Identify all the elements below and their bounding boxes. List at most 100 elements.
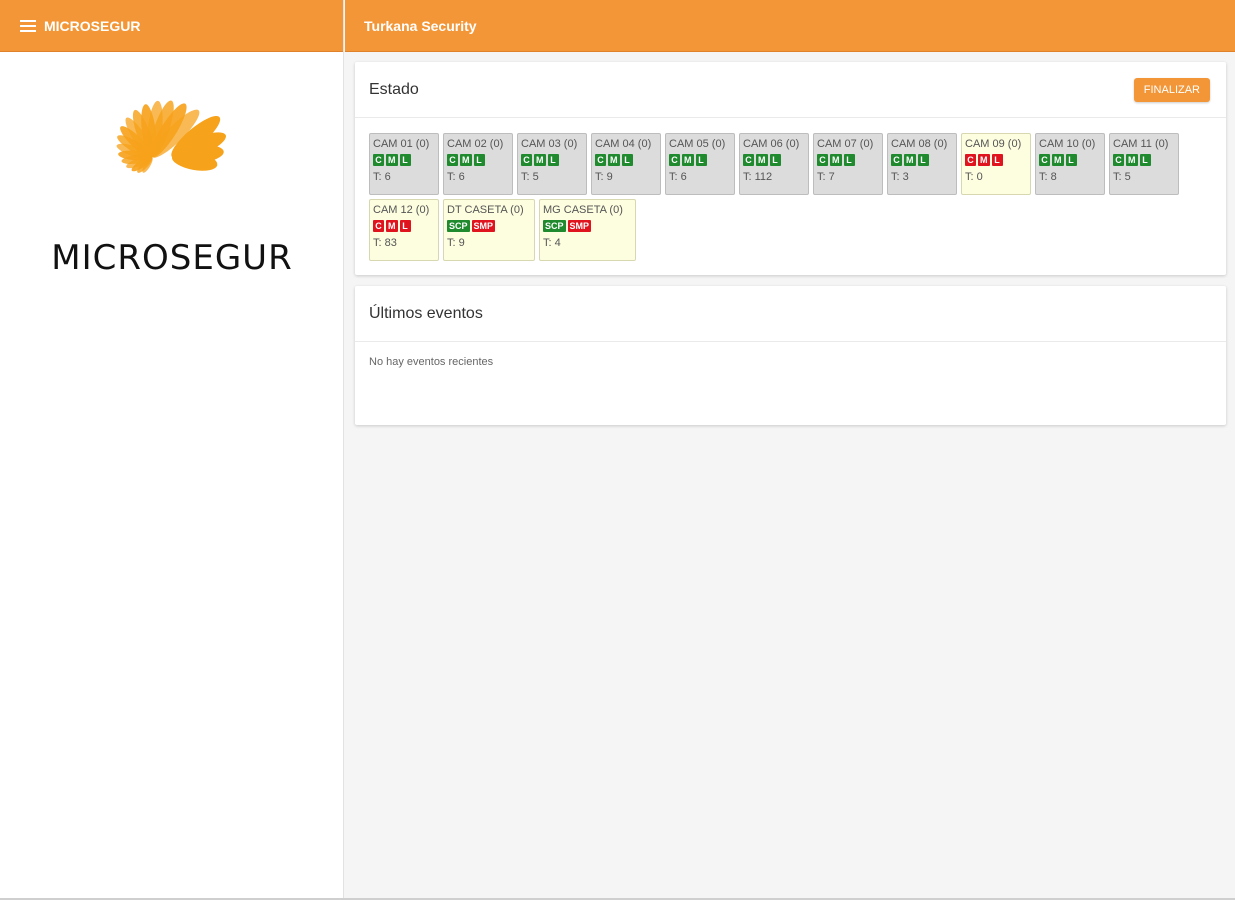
status-badge: C <box>595 154 606 166</box>
events-title: Últimos eventos <box>369 304 483 322</box>
finalize-button[interactable]: FINALIZAR <box>1133 77 1210 102</box>
device-name: CAM 04 (0) <box>595 138 652 150</box>
status-badge: M <box>830 154 842 166</box>
device-name: CAM 05 (0) <box>669 138 726 150</box>
status-badges: CML <box>595 154 657 166</box>
microsegur-logo: MICROSEGUR <box>0 95 344 278</box>
status-badge: SMP <box>471 220 496 232</box>
status-badge: C <box>1039 154 1050 166</box>
device-tile[interactable]: CAM 02 (0) C M L T: 6 <box>443 133 513 195</box>
status-badges: SCP SMP <box>447 220 531 232</box>
device-name: CAM 10 (0) <box>1039 138 1096 150</box>
estado-header: Estado FINALIZAR <box>355 62 1226 118</box>
top-bar: Turkana Security <box>345 0 1235 52</box>
status-badge: C <box>447 154 458 166</box>
device-tile[interactable]: CAM 07 (0) C M L T: 7 <box>813 133 883 195</box>
status-badge: M <box>682 154 694 166</box>
device-time: T: 6 <box>447 171 465 183</box>
status-badge: L <box>1139 154 1151 166</box>
device-tile[interactable]: CAM 10 (0) C M L T: 8 <box>1035 133 1105 195</box>
device-name: CAM 09 (0) <box>965 138 1022 150</box>
device-tile[interactable]: CAM 11 (0) C M L T: 5 <box>1109 133 1179 195</box>
device-time: T: 6 <box>669 171 687 183</box>
status-badge: C <box>1113 154 1124 166</box>
status-badge: C <box>817 154 828 166</box>
status-badge: M <box>460 154 472 166</box>
status-badge: M <box>1052 154 1064 166</box>
sun-logo-icon <box>116 100 226 173</box>
status-badge: L <box>917 154 929 166</box>
status-badge: M <box>1126 154 1138 166</box>
device-time: T: 8 <box>1039 171 1057 183</box>
device-name: DT CASETA (0) <box>447 204 524 216</box>
device-time: T: 4 <box>543 237 561 249</box>
status-badges: CML <box>1113 154 1175 166</box>
device-tile[interactable]: DT CASETA (0) SCP SMP T: 9 <box>443 199 535 261</box>
device-tile[interactable]: CAM 03 (0) C M L T: 5 <box>517 133 587 195</box>
status-badges: CML <box>373 154 435 166</box>
device-name: CAM 06 (0) <box>743 138 800 150</box>
status-badge: C <box>965 154 976 166</box>
device-time: T: 6 <box>373 171 391 183</box>
device-name: CAM 11 (0) <box>1113 138 1169 150</box>
status-badge: L <box>399 220 411 232</box>
status-badges: CML <box>1039 154 1101 166</box>
device-tile[interactable]: CAM 12 (0) C M L T: 83 <box>369 199 439 261</box>
device-name: CAM 01 (0) <box>373 138 430 150</box>
device-time: T: 9 <box>447 237 465 249</box>
status-badges: CML <box>373 220 435 232</box>
device-time: T: 5 <box>521 171 539 183</box>
status-badge: M <box>386 154 398 166</box>
device-name: CAM 08 (0) <box>891 138 948 150</box>
events-header: Últimos eventos <box>355 286 1226 342</box>
device-tile[interactable]: CAM 05 (0) C M L T: 6 <box>665 133 735 195</box>
status-badges: CML <box>447 154 509 166</box>
status-badges: CML <box>669 154 731 166</box>
device-time: T: 0 <box>965 171 983 183</box>
sidebar-header: MICROSEGUR <box>0 0 343 52</box>
status-badge: L <box>1065 154 1077 166</box>
status-badge: L <box>621 154 633 166</box>
device-name: CAM 02 (0) <box>447 138 504 150</box>
status-badges: CML <box>743 154 805 166</box>
events-card: Últimos eventos No hay eventos recientes <box>355 286 1226 425</box>
device-tile[interactable]: CAM 01 (0) C M L T: 6 <box>369 133 439 195</box>
status-badge: M <box>756 154 768 166</box>
status-badge: L <box>991 154 1003 166</box>
status-badge: C <box>743 154 754 166</box>
status-badge: SCP <box>543 220 566 232</box>
device-tile[interactable]: CAM 09 (0) C M L T: 0 <box>961 133 1031 195</box>
status-badge: M <box>608 154 620 166</box>
status-badge: SCP <box>447 220 470 232</box>
status-badge: L <box>547 154 559 166</box>
status-badge: SMP <box>567 220 592 232</box>
device-tile[interactable]: CAM 08 (0) C M L T: 3 <box>887 133 957 195</box>
logo-text: MICROSEGUR <box>51 238 293 278</box>
status-badge: C <box>521 154 532 166</box>
sidebar: MICROSEGUR MICROSEGUR <box>0 0 344 900</box>
estado-body: CAM 01 (0) C M L T: 6 CAM 02 (0) C M L T: 6 CAM 03… <box>355 118 1226 275</box>
device-name: CAM 03 (0) <box>521 138 578 150</box>
device-tile[interactable]: MG CASETA (0) SCP SMP T: 4 <box>539 199 636 261</box>
device-time: T: 7 <box>817 171 835 183</box>
status-badge: M <box>904 154 916 166</box>
device-tile[interactable]: CAM 06 (0) C M L T: 112 <box>739 133 809 195</box>
estado-title: Estado <box>369 80 419 98</box>
device-time: T: 3 <box>891 171 909 183</box>
device-tiles: CAM 01 (0) C M L T: 6 CAM 02 (0) C M L T: 6 CAM 03… <box>369 133 1189 261</box>
device-tile[interactable]: CAM 04 (0) C M L T: 9 <box>591 133 661 195</box>
status-badges: SCP SMP <box>543 220 632 232</box>
menu-icon[interactable] <box>20 19 36 32</box>
device-time: T: 112 <box>743 171 773 183</box>
sidebar-brand: MICROSEGUR <box>44 17 141 34</box>
status-badge: L <box>695 154 707 166</box>
status-badges: CML <box>817 154 879 166</box>
status-badge: C <box>891 154 902 166</box>
events-body: No hay eventos recientes <box>355 342 1226 425</box>
status-badge: L <box>473 154 485 166</box>
main-content: Estado FINALIZAR CAM 01 (0) C M L T: 6 CAM 02… <box>345 52 1235 900</box>
page-title: Turkana Security <box>364 17 477 34</box>
status-badge: C <box>373 154 384 166</box>
device-name: CAM 07 (0) <box>817 138 874 150</box>
device-time: T: 83 <box>373 237 397 249</box>
